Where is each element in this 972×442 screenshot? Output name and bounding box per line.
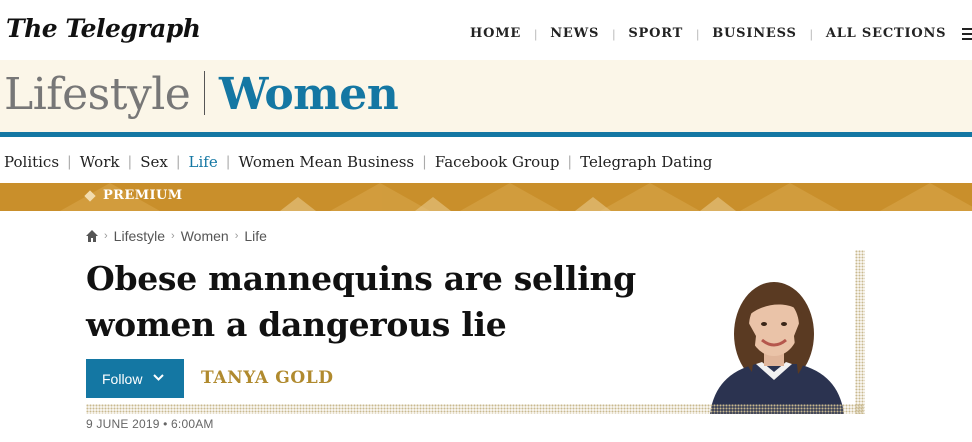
section-title[interactable]: Lifestyle [4,69,191,120]
banner-rule [0,132,972,137]
dotted-frame-right [855,250,865,414]
author-name[interactable]: TANYA GOLD [201,368,334,388]
publish-date: 9 JUNE 2019 • 6:00AM [86,417,214,431]
premium-banner: PREMIUM [0,183,972,211]
nav-separator: | [612,26,616,41]
subnav-item-sex[interactable]: Sex [140,153,168,171]
nav-home[interactable]: HOME [470,26,521,41]
premium-diamond-icon [84,189,96,202]
nav-separator: | [696,26,700,41]
top-bar: The Telegraph HOME | NEWS | SPORT | BUSI… [0,0,972,58]
breadcrumb-chevron-icon: › [171,230,175,242]
premium-text: PREMIUM [103,188,183,203]
headline-line-2: women a dangerous lie [86,305,507,344]
main-nav: HOME | NEWS | SPORT | BUSINESS | ALL SEC… [470,26,946,41]
premium-label: PREMIUM [84,188,183,203]
subnav-item-politics[interactable]: Politics [4,153,59,171]
subnav-item-facebook-group[interactable]: Facebook Group [435,153,560,171]
subnav-item-life[interactable]: Life [189,153,218,171]
breadcrumb-chevron-icon: › [234,230,239,242]
follow-label: Follow [102,370,143,387]
nav-separator: | [534,26,538,41]
subnav-separator: | [225,154,231,170]
author-portrait [710,282,844,414]
breadcrumb: › Lifestyle › Women › Life [86,228,267,244]
hamburger-menu-icon[interactable] [962,28,972,40]
article-headline: Obese mannequins are selling women a dan… [86,256,646,348]
subnav-separator: | [175,154,181,170]
dotted-frame-bottom [86,404,864,414]
subsection-title[interactable]: Women [219,69,399,120]
subnav-separator: | [67,154,72,170]
nav-business[interactable]: BUSINESS [712,26,796,41]
home-icon[interactable] [86,230,98,242]
telegraph-logo[interactable]: The Telegraph [6,14,201,43]
section-banner: Lifestyle Women [0,60,972,132]
headline-line-1: Obese mannequins are selling [86,259,636,298]
subnav-separator: | [422,154,427,170]
nav-all-sections[interactable]: ALL SECTIONS [826,26,947,41]
section-subnav: Politics | Work | Sex | Life | Women Mea… [4,153,712,171]
subnav-separator: | [567,154,573,170]
subnav-separator: | [127,154,133,170]
nav-news[interactable]: NEWS [550,26,599,41]
nav-separator: | [809,26,813,41]
breadcrumb-lifestyle[interactable]: Lifestyle [114,228,165,244]
breadcrumb-women[interactable]: Women [181,228,229,244]
banner-divider [204,71,205,115]
breadcrumb-life[interactable]: Life [244,228,267,244]
chevron-down-icon [153,374,164,381]
breadcrumb-chevron-icon: › [104,230,108,242]
subnav-item-telegraph-dating[interactable]: Telegraph Dating [580,153,712,171]
follow-button[interactable]: Follow [86,359,184,398]
subnav-item-work[interactable]: Work [80,153,120,171]
subnav-item-women-mean-business[interactable]: Women Mean Business [238,153,414,171]
nav-sport[interactable]: SPORT [628,26,683,41]
